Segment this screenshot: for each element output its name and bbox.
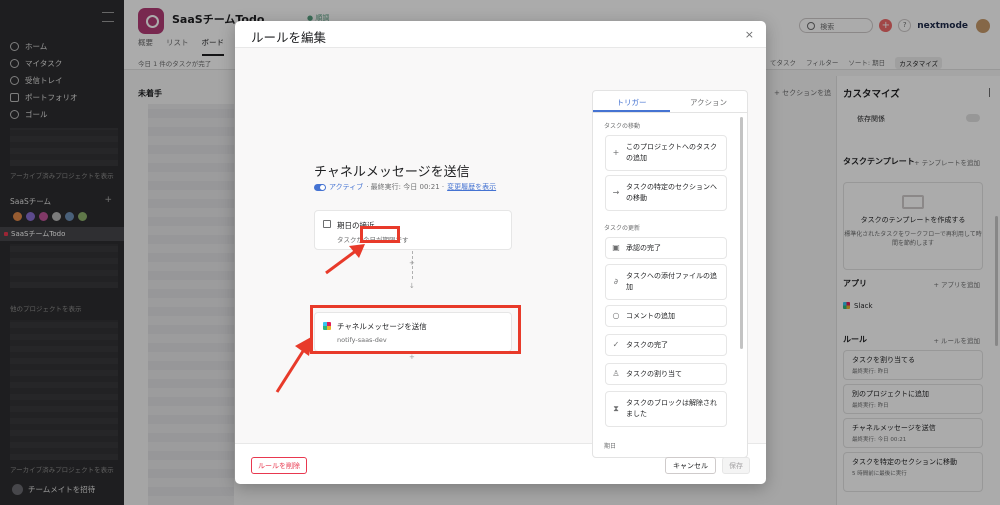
calendar-icon [323,220,331,228]
picker-item[interactable]: + このプロジェクトへのタスクの追加 [605,135,727,171]
last-run-text: · 最終実行: 今日 00:21 · [366,183,445,191]
paperclip-icon: ∂ [613,277,619,286]
picker-item[interactable]: ⧗ タスクのブロックは解除されました [605,391,727,427]
annotation-arrow [275,336,313,393]
check-circle-icon: ✓ [612,340,620,349]
picker-tabs: トリガー アクション [593,91,747,113]
picker-item[interactable]: ∂ タスクへの添付ファイルの追加 [605,264,727,300]
plus-icon: + [612,148,620,157]
cancel-button[interactable]: キャンセル [665,457,716,474]
dialog-footer: ルールを削除 キャンセル 保存 [235,444,766,484]
annotation-arrow [325,244,365,275]
tab-trigger[interactable]: トリガー [593,91,670,112]
comment-icon: ○ [612,311,620,320]
active-label: アクティブ [329,183,364,191]
chevron-down-icon: ↓ [409,282,415,290]
picker-item[interactable]: ♙ タスクの割り当て [605,363,727,385]
dialog-title: ルールを編集 [251,30,327,45]
tab-action[interactable]: アクション [670,91,747,112]
add-step-icon[interactable]: + [409,259,415,267]
rule-status-line: アクティブ · 最終実行: 今日 00:21 · 変更履歴を表示 [314,182,496,192]
history-link[interactable]: 変更履歴を表示 [447,182,496,192]
hourglass-icon: ⧗ [613,404,619,413]
section-label: タスクの移動 [604,123,641,130]
person-icon: ♙ [612,369,620,378]
edit-rule-dialog: ルールを編集 × チャネルメッセージを送信 アクティブ · 最終実行: 今日 0… [235,21,766,484]
delete-rule-button[interactable]: ルールを削除 [251,457,307,474]
picker-item[interactable]: ▣ 承認の完了 [605,237,727,259]
save-button[interactable]: 保存 [722,457,750,474]
add-step-icon[interactable]: + [409,353,415,361]
active-toggle[interactable] [314,183,326,191]
dialog-body: チャネルメッセージを送信 アクティブ · 最終実行: 今日 00:21 · 変更… [235,47,766,458]
highlight-box [310,305,521,354]
picker-item[interactable]: ✓ タスクの完了 [605,334,727,356]
scrollbar[interactable] [740,117,743,349]
picker-item[interactable]: → タスクの特定のセクションへの移動 [605,175,727,211]
trigger-action-picker: トリガー アクション タスクの移動 + このプロジェクトへのタスクの追加 → タスク… [592,90,748,458]
section-label: タスクの更新 [604,225,641,232]
picker-item[interactable]: ○ コメントの追加 [605,305,727,327]
rule-heading[interactable]: チャネルメッセージを送信 [314,161,470,180]
approval-icon: ▣ [612,243,620,252]
arrow-right-icon: → [612,188,620,197]
close-icon[interactable]: × [745,28,754,41]
